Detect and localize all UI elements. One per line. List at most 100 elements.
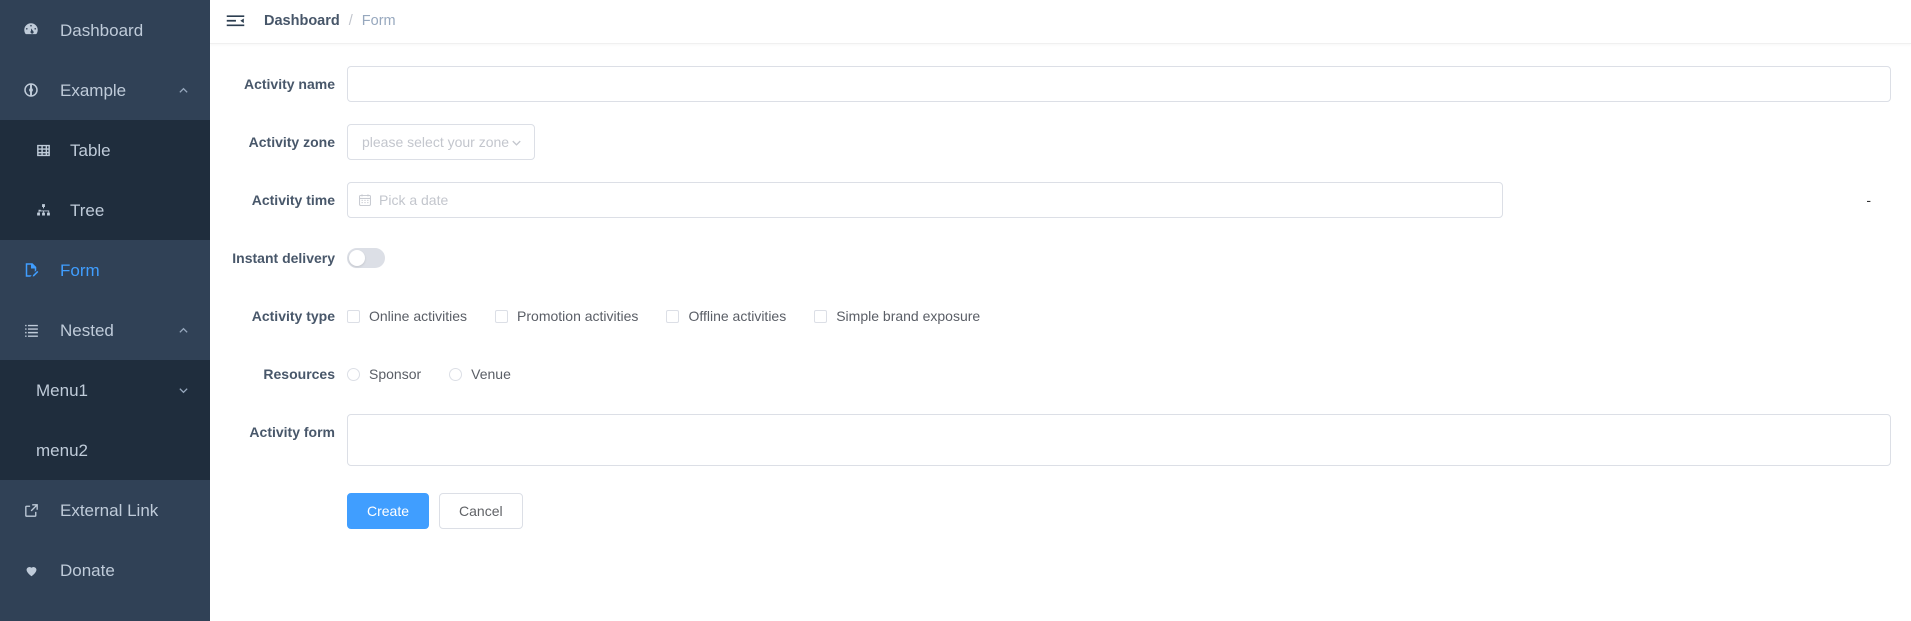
chevron-down-icon <box>510 136 523 149</box>
sidebar-submenu-nested: Menu1 menu2 <box>0 360 210 480</box>
sidebar-item-example[interactable]: Example <box>0 60 210 120</box>
activity-type-label: Activity type <box>251 308 335 324</box>
sidebar-item-dashboard[interactable]: Dashboard <box>0 0 210 60</box>
sidebar-item-menu2[interactable]: menu2 <box>0 420 210 480</box>
checkbox-box-icon <box>347 309 360 323</box>
actions-control: Create Cancel <box>347 493 1891 529</box>
activity-zone-label: Activity zone <box>248 134 335 150</box>
radio-label: Venue <box>471 366 511 382</box>
form-row-activity-type: Activity type Online activities Promotio… <box>230 298 1891 334</box>
component-icon <box>20 79 42 101</box>
sidebar-item-label: Example <box>60 80 127 100</box>
nested-icon <box>20 319 42 341</box>
activity-type-control: Online activities Promotion activities O… <box>347 298 1891 334</box>
form-row-instant-delivery: Instant delivery <box>230 240 1891 276</box>
activity-form-textarea[interactable] <box>347 414 1891 466</box>
link-icon <box>20 499 42 521</box>
sidebar-item-label: Form <box>60 260 100 280</box>
checkbox-offline-activities[interactable]: Offline activities <box>666 309 786 323</box>
cancel-button[interactable]: Cancel <box>439 493 523 529</box>
form-row-activity-name: Activity name <box>230 66 1891 102</box>
checkbox-label: Online activities <box>369 308 468 324</box>
form-row-activity-time: Activity time Pick a date - <box>230 182 1891 218</box>
sidebar: Dashboard Example Table Tree Form Nested… <box>0 0 210 621</box>
action-button-row: Create Cancel <box>347 493 1891 529</box>
sidebar-item-external-link[interactable]: External Link <box>0 480 210 540</box>
activity-zone-select[interactable]: please select your zone <box>347 124 535 160</box>
checkbox-simple-brand-exposure[interactable]: Simple brand exposure <box>814 309 980 323</box>
checkbox-online-activities[interactable]: Online activities <box>347 309 467 323</box>
radio-label: Sponsor <box>369 366 422 382</box>
breadcrumb-form: Form <box>361 13 396 30</box>
activity-form-label: Activity form <box>249 424 335 440</box>
radio-circle-icon <box>449 367 463 381</box>
activity-name-label: Activity name <box>243 76 335 92</box>
breadcrumb-separator: / <box>348 13 353 30</box>
sidebar-item-nested[interactable]: Nested <box>0 300 210 360</box>
sidebar-item-label: Table <box>70 140 111 160</box>
sidebar-item-label: Tree <box>70 200 105 220</box>
form-row-actions: Create Cancel <box>230 493 1891 529</box>
sidebar-item-form[interactable]: Form <box>0 240 210 300</box>
activity-time-placeholder: Pick a date <box>379 192 449 208</box>
form-row-resources: Resources Sponsor Venue <box>230 356 1891 392</box>
sidebar-item-label: menu2 <box>36 440 88 460</box>
resources-control: Sponsor Venue <box>347 356 1891 392</box>
breadcrumb: Dashboard / Form <box>264 14 396 29</box>
sidebar-item-label: Dashboard <box>60 20 144 40</box>
resources-radio-group: Sponsor Venue <box>347 356 1891 392</box>
activity-time-label: Activity time <box>251 192 335 208</box>
calendar-icon <box>358 193 372 207</box>
sidebar-item-menu1[interactable]: Menu1 <box>0 360 210 420</box>
form-row-activity-form: Activity form <box>230 414 1891 471</box>
resources-label: Resources <box>263 366 335 382</box>
form-icon <box>20 259 42 281</box>
sidebar-item-label: Nested <box>60 320 114 340</box>
activity-time-datepicker[interactable]: Pick a date <box>347 182 1503 218</box>
activity-type-checkbox-group: Online activities Promotion activities O… <box>347 298 1891 334</box>
app-root: Dashboard Example Table Tree Form Nested… <box>0 0 1911 621</box>
form-container: Activity name Activity zone please selec… <box>210 44 1911 621</box>
chevron-down-icon <box>176 383 190 397</box>
activity-name-input[interactable] <box>347 66 1891 102</box>
checkbox-box-icon <box>495 309 509 323</box>
sidebar-submenu-example: Table Tree <box>0 120 210 240</box>
activity-time-control: Pick a date - <box>347 182 1891 218</box>
activity-form-control <box>347 414 1891 471</box>
checkbox-label: Offline activities <box>688 308 787 324</box>
breadcrumb-dashboard[interactable]: Dashboard <box>264 14 340 29</box>
toggle-knob <box>349 250 365 266</box>
sidebar-item-tree[interactable]: Tree <box>0 180 210 240</box>
tree-icon <box>32 199 54 221</box>
checkbox-box-icon <box>814 309 828 323</box>
activity-time-range-separator: - <box>1866 192 1871 208</box>
main-container: Dashboard / Form Activity name Activity … <box>210 0 1911 621</box>
radio-venue[interactable]: Venue <box>449 367 511 381</box>
sidebar-item-donate[interactable]: Donate <box>0 540 210 600</box>
activity-zone-selected-value: please select your zone <box>362 134 510 150</box>
radio-sponsor[interactable]: Sponsor <box>347 367 421 381</box>
instant-delivery-toggle[interactable] <box>347 248 385 268</box>
checkbox-label: Promotion activities <box>517 308 639 324</box>
instant-delivery-label: Instant delivery <box>232 250 335 266</box>
radio-circle-icon <box>347 367 360 381</box>
table-icon <box>32 139 54 161</box>
heart-icon <box>20 559 42 581</box>
instant-delivery-control <box>347 240 1891 273</box>
chevron-up-icon <box>176 83 190 97</box>
sidebar-item-label: External Link <box>60 500 159 520</box>
create-button[interactable]: Create <box>347 493 430 529</box>
checkbox-promotion-activities[interactable]: Promotion activities <box>495 309 638 323</box>
form-row-activity-zone: Activity zone please select your zone <box>230 124 1891 160</box>
hamburger-collapse-icon[interactable] <box>222 9 248 35</box>
sidebar-item-label: Donate <box>60 560 115 580</box>
chevron-up-icon <box>176 323 190 337</box>
checkbox-box-icon <box>666 309 680 323</box>
checkbox-label: Simple brand exposure <box>836 308 981 324</box>
sidebar-item-table[interactable]: Table <box>0 120 210 180</box>
activity-zone-control: please select your zone <box>347 124 1891 160</box>
navbar: Dashboard / Form <box>210 0 1911 44</box>
sidebar-item-label: Menu1 <box>36 380 88 400</box>
dashboard-icon <box>20 19 42 41</box>
activity-name-control <box>347 66 1891 102</box>
